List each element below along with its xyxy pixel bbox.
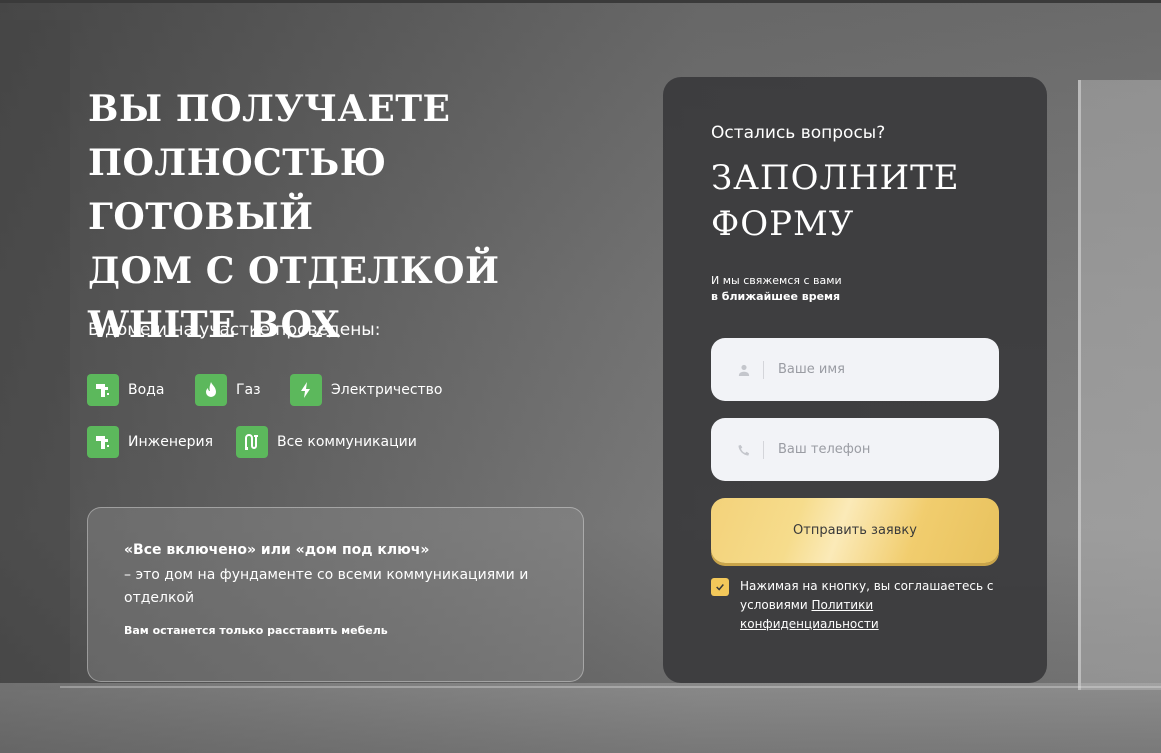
name-field[interactable] bbox=[711, 338, 999, 401]
feature-all-communications: Все коммуникации bbox=[236, 426, 417, 458]
feature-label: Газ bbox=[236, 382, 261, 398]
callback-line-1: И мы свяжемся с вами bbox=[711, 274, 842, 287]
field-separator bbox=[763, 440, 764, 459]
form-small-question: Остались вопросы? bbox=[711, 123, 886, 143]
top-border bbox=[0, 0, 1161, 3]
feature-label: Инженерия bbox=[128, 434, 214, 450]
field-separator bbox=[763, 360, 764, 379]
name-input[interactable] bbox=[776, 361, 980, 378]
feature-engineering: Инженерия bbox=[87, 426, 213, 458]
phone-icon bbox=[737, 443, 751, 457]
feature-label: Электричество bbox=[331, 382, 443, 398]
info-description: – это дом на фундаменте со всеми коммуни… bbox=[124, 567, 529, 606]
flame-icon bbox=[195, 374, 227, 406]
faucet-icon bbox=[87, 374, 119, 406]
consent-text: Нажимая на кнопку, вы соглашаетесь с усл… bbox=[740, 577, 1011, 634]
phone-input[interactable] bbox=[776, 441, 980, 458]
info-question: «Все включено» или «дом под ключ» bbox=[124, 542, 430, 558]
feature-gas: Газ bbox=[195, 374, 261, 406]
form-title: ЗАПОЛНИТЕ ФОРМУ bbox=[711, 158, 960, 244]
feature-label: Все коммуникации bbox=[277, 434, 417, 450]
page-title: ВЫ ПОЛУЧАЕТЕ ПОЛНОСТЬЮ ГОТОВЫЙ ДОМ С ОТД… bbox=[88, 88, 500, 346]
lightning-icon bbox=[290, 374, 322, 406]
feature-water: Вода bbox=[87, 374, 164, 406]
faucet-icon bbox=[87, 426, 119, 458]
background-floor-edge bbox=[60, 686, 1161, 688]
feature-label: Вода bbox=[128, 382, 165, 398]
background-wall bbox=[0, 20, 70, 690]
check-icon bbox=[716, 584, 724, 591]
phone-field[interactable] bbox=[711, 418, 999, 481]
consent-row: Нажимая на кнопку, вы соглашаетесь с усл… bbox=[711, 577, 1011, 634]
pipes-icon bbox=[236, 426, 268, 458]
info-box: «Все включено» или «дом под ключ» – это … bbox=[87, 507, 584, 682]
callback-line-2: в ближайшее время bbox=[711, 290, 841, 303]
feature-electricity: Электричество bbox=[290, 374, 443, 406]
submit-button[interactable]: Отправить заявку bbox=[711, 498, 999, 563]
features-subtitle: В доме и на участке проведены: bbox=[88, 320, 381, 340]
info-note: Вам останется только расставить мебель bbox=[124, 624, 388, 637]
form-callback-text: И мы свяжемся с вами в ближайшее время bbox=[711, 273, 871, 305]
background-doorway bbox=[1078, 80, 1161, 690]
user-icon bbox=[737, 363, 751, 377]
contact-form: Остались вопросы? ЗАПОЛНИТЕ ФОРМУ И мы с… bbox=[663, 77, 1047, 683]
background-floor bbox=[0, 683, 1161, 753]
consent-checkbox[interactable] bbox=[711, 578, 729, 596]
